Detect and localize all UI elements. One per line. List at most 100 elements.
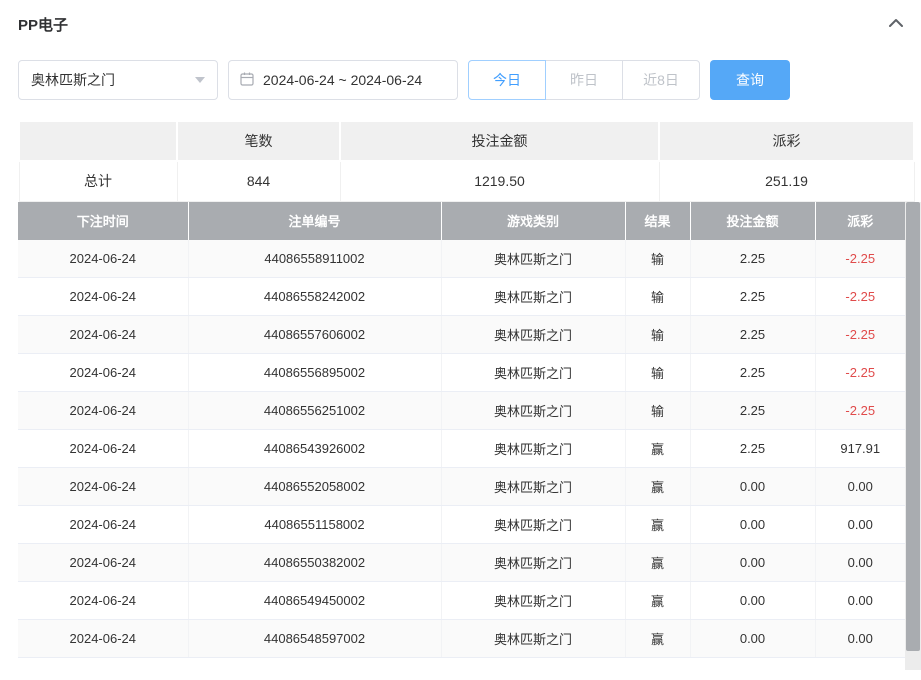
cell-result: 输 <box>625 392 690 430</box>
cell-bet-amount: 0.00 <box>690 506 815 544</box>
summary-total-label: 总计 <box>19 161 177 201</box>
cell-payout: 0.00 <box>815 468 905 506</box>
table-row: 2024-06-24 44086557606002 奥林匹斯之门 输 2.25 … <box>18 316 905 354</box>
records-header-row: 下注时间 注单编号 游戏类别 结果 投注金额 派彩 <box>18 202 905 240</box>
summary-total-count: 844 <box>177 161 340 201</box>
cell-payout: -2.25 <box>815 316 905 354</box>
cell-payout: -2.25 <box>815 240 905 278</box>
summary-table: 笔数 投注金额 派彩 总计 844 1219.50 251.19 <box>18 120 915 202</box>
cell-bet-amount: 2.25 <box>690 316 815 354</box>
cell-result: 赢 <box>625 544 690 582</box>
game-select[interactable]: 奥林匹斯之门 <box>18 60 218 100</box>
table-row: 2024-06-24 44086556895002 奥林匹斯之门 输 2.25 … <box>18 354 905 392</box>
cell-bet-number: 44086551158002 <box>188 506 441 544</box>
scrollbar-thumb[interactable] <box>906 202 920 651</box>
cell-payout: 0.00 <box>815 506 905 544</box>
cell-game-category: 奥林匹斯之门 <box>441 240 625 278</box>
cell-payout: -2.25 <box>815 354 905 392</box>
cell-bet-number: 44086558242002 <box>188 278 441 316</box>
table-row: 2024-06-24 44086558911002 奥林匹斯之门 输 2.25 … <box>18 240 905 278</box>
cell-result: 输 <box>625 240 690 278</box>
table-scrollbar[interactable] <box>905 202 921 670</box>
summary-header-row: 笔数 投注金额 派彩 <box>19 121 914 161</box>
cell-bet-number: 44086548597002 <box>188 620 441 658</box>
cell-bet-time: 2024-06-24 <box>18 582 188 620</box>
cell-bet-amount: 2.25 <box>690 240 815 278</box>
collapse-panel-button[interactable] <box>885 13 907 35</box>
cell-payout: 0.00 <box>815 582 905 620</box>
cell-bet-number: 44086556895002 <box>188 354 441 392</box>
cell-bet-amount: 0.00 <box>690 620 815 658</box>
cell-result: 赢 <box>625 582 690 620</box>
summary-total-bet-amount: 1219.50 <box>340 161 659 201</box>
cell-result: 输 <box>625 278 690 316</box>
cell-result: 赢 <box>625 430 690 468</box>
cell-bet-time: 2024-06-24 <box>18 392 188 430</box>
cell-bet-time: 2024-06-24 <box>18 316 188 354</box>
cell-result: 赢 <box>625 506 690 544</box>
cell-bet-number: 44086549450002 <box>188 582 441 620</box>
cell-bet-time: 2024-06-24 <box>18 620 188 658</box>
date-range-value: 2024-06-24 ~ 2024-06-24 <box>263 72 422 88</box>
calendar-icon <box>239 71 255 90</box>
chevron-down-icon <box>195 77 205 83</box>
cell-game-category: 奥林匹斯之门 <box>441 354 625 392</box>
table-row: 2024-06-24 44086552058002 奥林匹斯之门 赢 0.00 … <box>18 468 905 506</box>
records-table: 下注时间 注单编号 游戏类别 结果 投注金额 派彩 2024-06-24 440… <box>18 202 905 659</box>
table-row: 2024-06-24 44086550382002 奥林匹斯之门 赢 0.00 … <box>18 544 905 582</box>
summary-header-count: 笔数 <box>177 121 340 161</box>
cell-bet-number: 44086552058002 <box>188 468 441 506</box>
table-row: 2024-06-24 44086551158002 奥林匹斯之门 赢 0.00 … <box>18 506 905 544</box>
column-header-game-category: 游戏类别 <box>441 202 625 240</box>
quick-date-button[interactable]: 昨日 <box>545 60 623 100</box>
summary-total-payout: 251.19 <box>659 161 914 201</box>
cell-bet-number: 44086558911002 <box>188 240 441 278</box>
cell-bet-amount: 2.25 <box>690 430 815 468</box>
cell-bet-amount: 0.00 <box>690 468 815 506</box>
cell-bet-amount: 2.25 <box>690 354 815 392</box>
column-header-bet-amount: 投注金额 <box>690 202 815 240</box>
column-header-bet-time: 下注时间 <box>18 202 188 240</box>
table-row: 2024-06-24 44086543926002 奥林匹斯之门 赢 2.25 … <box>18 430 905 468</box>
table-row: 2024-06-24 44086556251002 奥林匹斯之门 输 2.25 … <box>18 392 905 430</box>
quick-date-button[interactable]: 近8日 <box>622 60 700 100</box>
chevron-up-icon <box>888 17 904 32</box>
pp-games-panel: PP电子 奥林匹斯之门 2024-06-24 ~ 2024-06-24 <box>0 0 921 670</box>
cell-bet-time: 2024-06-24 <box>18 240 188 278</box>
summary-total-row: 总计 844 1219.50 251.19 <box>19 161 914 201</box>
cell-bet-time: 2024-06-24 <box>18 506 188 544</box>
search-button[interactable]: 查询 <box>710 60 790 100</box>
cell-bet-time: 2024-06-24 <box>18 278 188 316</box>
cell-bet-time: 2024-06-24 <box>18 354 188 392</box>
panel-header: PP电子 <box>18 0 921 48</box>
cell-payout: -2.25 <box>815 278 905 316</box>
cell-game-category: 奥林匹斯之门 <box>441 316 625 354</box>
cell-game-category: 奥林匹斯之门 <box>441 278 625 316</box>
cell-bet-time: 2024-06-24 <box>18 544 188 582</box>
cell-payout: 917.91 <box>815 430 905 468</box>
column-header-result: 结果 <box>625 202 690 240</box>
cell-bet-number: 44086556251002 <box>188 392 441 430</box>
column-header-bet-number: 注单编号 <box>188 202 441 240</box>
game-select-value: 奥林匹斯之门 <box>31 70 115 90</box>
table-row: 2024-06-24 44086558242002 奥林匹斯之门 输 2.25 … <box>18 278 905 316</box>
date-range-picker[interactable]: 2024-06-24 ~ 2024-06-24 <box>228 60 458 100</box>
cell-bet-time: 2024-06-24 <box>18 430 188 468</box>
column-header-payout: 派彩 <box>815 202 905 240</box>
cell-bet-time: 2024-06-24 <box>18 468 188 506</box>
cell-payout: -2.25 <box>815 392 905 430</box>
table-row: 2024-06-24 44086548597002 奥林匹斯之门 赢 0.00 … <box>18 620 905 658</box>
cell-game-category: 奥林匹斯之门 <box>441 468 625 506</box>
cell-game-category: 奥林匹斯之门 <box>441 582 625 620</box>
cell-bet-number: 44086543926002 <box>188 430 441 468</box>
cell-result: 输 <box>625 354 690 392</box>
summary-header-empty <box>19 121 177 161</box>
quick-date-button[interactable]: 今日 <box>468 60 546 100</box>
cell-result: 赢 <box>625 468 690 506</box>
partial-next-row <box>18 658 905 670</box>
cell-result: 赢 <box>625 620 690 658</box>
cell-bet-number: 44086550382002 <box>188 544 441 582</box>
table-row: 2024-06-24 44086549450002 奥林匹斯之门 赢 0.00 … <box>18 582 905 620</box>
cell-bet-amount: 2.25 <box>690 278 815 316</box>
cell-bet-amount: 0.00 <box>690 582 815 620</box>
